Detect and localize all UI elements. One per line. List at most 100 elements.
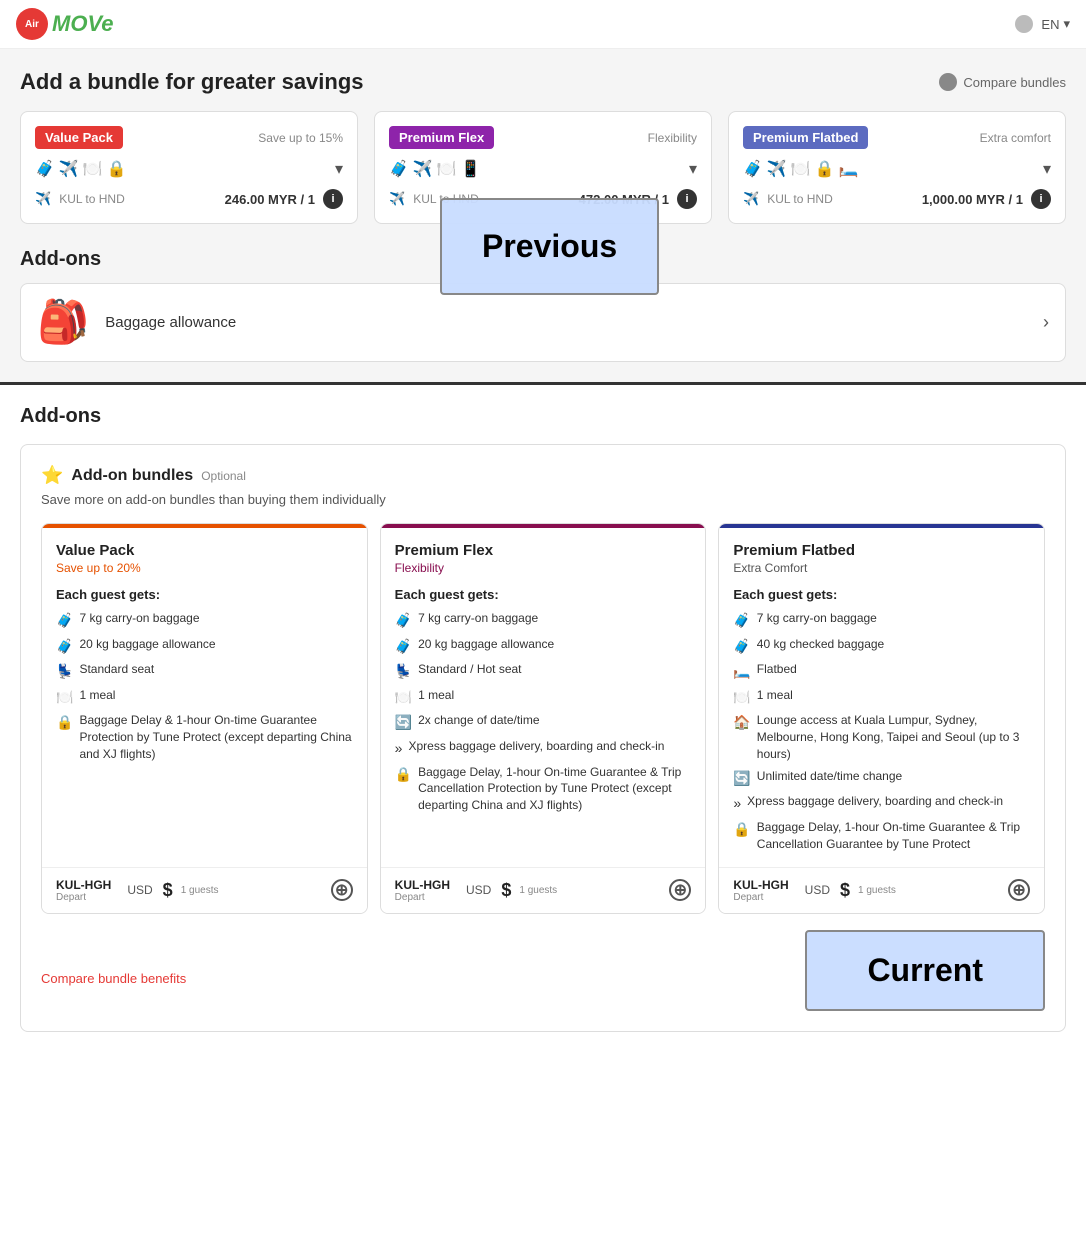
feature-text: Standard / Hot seat <box>418 661 521 678</box>
addon-bundles-desc: Save more on add-on bundles than buying … <box>41 492 1045 507</box>
language-label: EN <box>1041 17 1059 32</box>
feature-text: Flatbed <box>757 661 797 678</box>
bundle-subtitle-flex: Flexibility <box>648 131 697 145</box>
add-button-flex[interactable]: ⊕ <box>669 879 691 901</box>
lounge-icon: 🏠 <box>733 713 750 733</box>
xpress-icon: » <box>733 794 741 814</box>
bundle-card-premium-flatbed[interactable]: Premium Flatbed Extra comfort 🧳 ✈️ 🍽️ 🔒 … <box>728 111 1066 224</box>
footer-price-flatbed: $ <box>840 880 850 901</box>
list-item: 🔒Baggage Delay, 1-hour On-time Guarantee… <box>733 819 1030 853</box>
add-button-flatbed[interactable]: ⊕ <box>1008 879 1030 901</box>
feature-text: Baggage Delay & 1-hour On-time Guarantee… <box>79 712 352 762</box>
feature-text: 40 kg checked baggage <box>757 636 884 653</box>
card-footer-value: KUL-HGH Depart USD $ 1 guests ⊕ <box>42 867 367 913</box>
footer-guests-flatbed: 1 guests <box>858 885 896 896</box>
bundle-info-button-value[interactable]: i <box>323 189 343 209</box>
compare-bundles-link[interactable]: Compare bundles <box>939 73 1066 91</box>
card-subtitle-value: Save up to 20% <box>56 561 353 575</box>
list-item: 💺Standard seat <box>56 661 353 682</box>
bundle-subtitle-value: Save up to 15% <box>258 131 343 145</box>
lock-icon: 🔒 <box>107 159 127 179</box>
bed-icon: 🛏️ <box>733 662 750 682</box>
card-title-value: Value Pack <box>56 542 353 559</box>
addon-bundles-header: ⭐ Add-on bundles Optional <box>41 465 1045 486</box>
xpress-icon: » <box>395 739 403 759</box>
logo: Air MOVe <box>16 8 114 40</box>
footer-guests-value: 1 guests <box>181 885 219 896</box>
info-icon <box>939 73 957 91</box>
add-button-value[interactable]: ⊕ <box>331 879 353 901</box>
chevron-down-icon[interactable]: ▾ <box>1043 159 1051 179</box>
card-content-flex: Premium Flex Flexibility Each guest gets… <box>381 528 706 867</box>
nav-right: EN ▾ <box>1015 15 1070 33</box>
footer-guests-flex: 1 guests <box>519 885 557 896</box>
baggage-icon: 🧳 <box>389 159 409 179</box>
feature-list-flex: 🧳7 kg carry-on baggage 🧳20 kg baggage al… <box>395 610 692 814</box>
bottom-title: Add-ons <box>20 405 1066 428</box>
plane-icon: ✈️ <box>389 191 405 207</box>
feature-text: 20 kg baggage allowance <box>418 636 554 653</box>
globe-icon <box>1015 15 1033 33</box>
bundle-detail-card-value[interactable]: Value Pack Save up to 20% Each guest get… <box>41 523 368 914</box>
top-header: Add a bundle for greater savings Compare… <box>20 69 1066 95</box>
top-section: Add a bundle for greater savings Compare… <box>0 49 1086 385</box>
bundle-info-button-flex[interactable]: i <box>677 189 697 209</box>
bundle-icons-flex: 🧳 ✈️ 🍽️ 📱 ▾ <box>389 159 697 179</box>
card-content-flatbed: Premium Flatbed Extra Comfort Each guest… <box>719 528 1044 867</box>
meal-icon: 🍽️ <box>395 688 412 708</box>
footer-currency-value: USD <box>127 883 152 897</box>
card-footer-flex: KUL-HGH Depart USD $ 1 guests ⊕ <box>381 867 706 913</box>
language-button[interactable]: EN ▾ <box>1041 16 1070 32</box>
baggage-emoji: 🎒 <box>37 298 89 347</box>
nav-bar: Air MOVe EN ▾ <box>0 0 1086 49</box>
feature-text: 2x change of date/time <box>418 712 539 729</box>
bundle-detail-card-flex[interactable]: Premium Flex Flexibility Each guest gets… <box>380 523 707 914</box>
bundle-info-button-flatbed[interactable]: i <box>1031 189 1051 209</box>
bundle-card-value[interactable]: Value Pack Save up to 15% 🧳 ✈️ 🍽️ 🔒 ▾ ✈️… <box>20 111 358 224</box>
footer-currency-flatbed: USD <box>805 883 830 897</box>
previous-overlay: Previous <box>440 198 659 295</box>
shield-icon: 🔒 <box>733 820 750 840</box>
card-subtitle-flatbed: Extra Comfort <box>733 561 1030 575</box>
previous-label: Previous <box>482 228 617 264</box>
bundle-tag-premium-flatbed: Premium Flatbed <box>743 126 868 149</box>
each-guest-flex: Each guest gets: <box>395 587 692 602</box>
baggage-icon: 🧳 <box>35 159 55 179</box>
bundle-price-row-value: ✈️ KUL to HND 246.00 MYR / 1 i <box>35 189 343 209</box>
baggage-icon: 🧳 <box>733 611 750 631</box>
list-item: 🧳20 kg baggage allowance <box>56 636 353 657</box>
bundle-card-header-flex: Premium Flex Flexibility <box>389 126 697 149</box>
bottom-section: Add-ons ⭐ Add-on bundles Optional Save m… <box>0 385 1086 1052</box>
star-icon: ⭐ <box>41 465 63 486</box>
list-item: 💺Standard / Hot seat <box>395 661 692 682</box>
list-item: »Xpress baggage delivery, boarding and c… <box>733 793 1030 814</box>
list-item: 🍽️1 meal <box>395 687 692 708</box>
chevron-down-icon: ▾ <box>1063 16 1070 32</box>
list-item: 🍽️1 meal <box>56 687 353 708</box>
feature-list-flatbed: 🧳7 kg carry-on baggage 🧳40 kg checked ba… <box>733 610 1030 853</box>
plane-icon: ✈️ <box>743 191 759 207</box>
feature-text: 20 kg baggage allowance <box>79 636 215 653</box>
meal-icon: 🍽️ <box>437 159 457 179</box>
chevron-down-icon[interactable]: ▾ <box>335 159 343 179</box>
list-item: 🧳7 kg carry-on baggage <box>395 610 692 631</box>
footer-price-value: $ <box>163 880 173 901</box>
addon-bundles-title: Add-on bundles <box>71 467 193 485</box>
baggage-label: Baggage allowance <box>105 314 236 331</box>
footer-route-value: KUL-HGH Depart <box>56 878 111 903</box>
shield-icon: 🔒 <box>395 765 412 785</box>
feature-list-value: 🧳7 kg carry-on baggage 🧳20 kg baggage al… <box>56 610 353 763</box>
card-content-value: Value Pack Save up to 20% Each guest get… <box>42 528 367 867</box>
compare-bundle-link[interactable]: Compare bundle benefits <box>41 971 186 986</box>
change-icon: 🔄 <box>395 713 412 733</box>
flight-icon: ✈️ <box>767 159 787 179</box>
lock-icon: 🔒 <box>815 159 835 179</box>
feature-text: 7 kg carry-on baggage <box>79 610 199 627</box>
bundle-detail-card-flatbed[interactable]: Premium Flatbed Extra Comfort Each guest… <box>718 523 1045 914</box>
bundle-subtitle-flatbed: Extra comfort <box>980 131 1051 145</box>
list-item: 🔄Unlimited date/time change <box>733 768 1030 789</box>
list-item: 🔒Baggage Delay & 1-hour On-time Guarante… <box>56 712 353 762</box>
chevron-down-icon[interactable]: ▾ <box>689 159 697 179</box>
bundle-card-header: Value Pack Save up to 15% <box>35 126 343 149</box>
footer-currency-flex: USD <box>466 883 491 897</box>
